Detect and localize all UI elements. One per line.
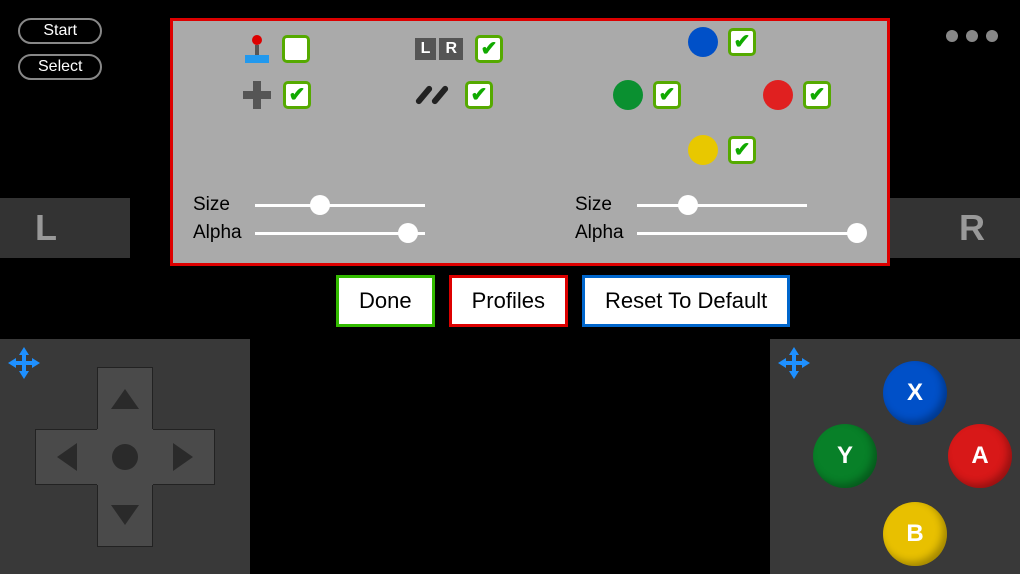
diagonal-icon bbox=[413, 84, 453, 106]
lr-icon: LR bbox=[415, 38, 463, 60]
dpad-down-button[interactable] bbox=[97, 483, 153, 547]
left-alpha-label: Alpha bbox=[193, 222, 243, 244]
r-shoulder-button[interactable]: R bbox=[890, 198, 1020, 258]
face-buttons-control: X Y A B bbox=[770, 339, 1020, 574]
start-button[interactable]: Start bbox=[18, 18, 102, 44]
yellow-face-icon bbox=[688, 135, 718, 165]
face-button-y[interactable]: Y bbox=[813, 424, 877, 488]
left-size-label: Size bbox=[193, 194, 243, 216]
red-face-icon bbox=[763, 80, 793, 110]
right-size-slider[interactable] bbox=[637, 195, 807, 215]
green-face-toggle-checkbox[interactable] bbox=[653, 81, 681, 109]
right-size-label: Size bbox=[575, 194, 625, 216]
joystick-icon bbox=[243, 35, 270, 63]
dpad-center bbox=[97, 429, 153, 485]
dpad-up-button[interactable] bbox=[97, 367, 153, 431]
red-face-toggle-checkbox[interactable] bbox=[803, 81, 831, 109]
dpad-toggle-checkbox[interactable] bbox=[283, 81, 311, 109]
controller-config-panel: LR bbox=[170, 18, 890, 266]
blue-face-icon bbox=[688, 27, 718, 57]
dpad-icon bbox=[243, 81, 271, 109]
done-button[interactable]: Done bbox=[336, 275, 435, 327]
l-shoulder-button[interactable]: L bbox=[0, 198, 130, 258]
lr-toggle-checkbox[interactable] bbox=[475, 35, 503, 63]
reset-to-default-button[interactable]: Reset To Default bbox=[582, 275, 790, 327]
select-button[interactable]: Select bbox=[18, 54, 102, 80]
dpad-right-button[interactable] bbox=[151, 429, 215, 485]
move-handle-icon[interactable] bbox=[778, 347, 810, 384]
face-button-x[interactable]: X bbox=[883, 361, 947, 425]
left-size-slider[interactable] bbox=[255, 195, 425, 215]
joystick-toggle-checkbox[interactable] bbox=[282, 35, 310, 63]
dpad-left-button[interactable] bbox=[35, 429, 99, 485]
diagonal-toggle-checkbox[interactable] bbox=[465, 81, 493, 109]
right-alpha-slider[interactable] bbox=[637, 223, 857, 243]
yellow-face-toggle-checkbox[interactable] bbox=[728, 136, 756, 164]
face-button-a[interactable]: A bbox=[948, 424, 1012, 488]
face-button-b[interactable]: B bbox=[883, 502, 947, 566]
more-icon[interactable] bbox=[946, 30, 998, 42]
profiles-button[interactable]: Profiles bbox=[449, 275, 568, 327]
blue-face-toggle-checkbox[interactable] bbox=[728, 28, 756, 56]
green-face-icon bbox=[613, 80, 643, 110]
right-alpha-label: Alpha bbox=[575, 222, 625, 244]
left-alpha-slider[interactable] bbox=[255, 223, 425, 243]
dpad-control bbox=[0, 339, 250, 574]
